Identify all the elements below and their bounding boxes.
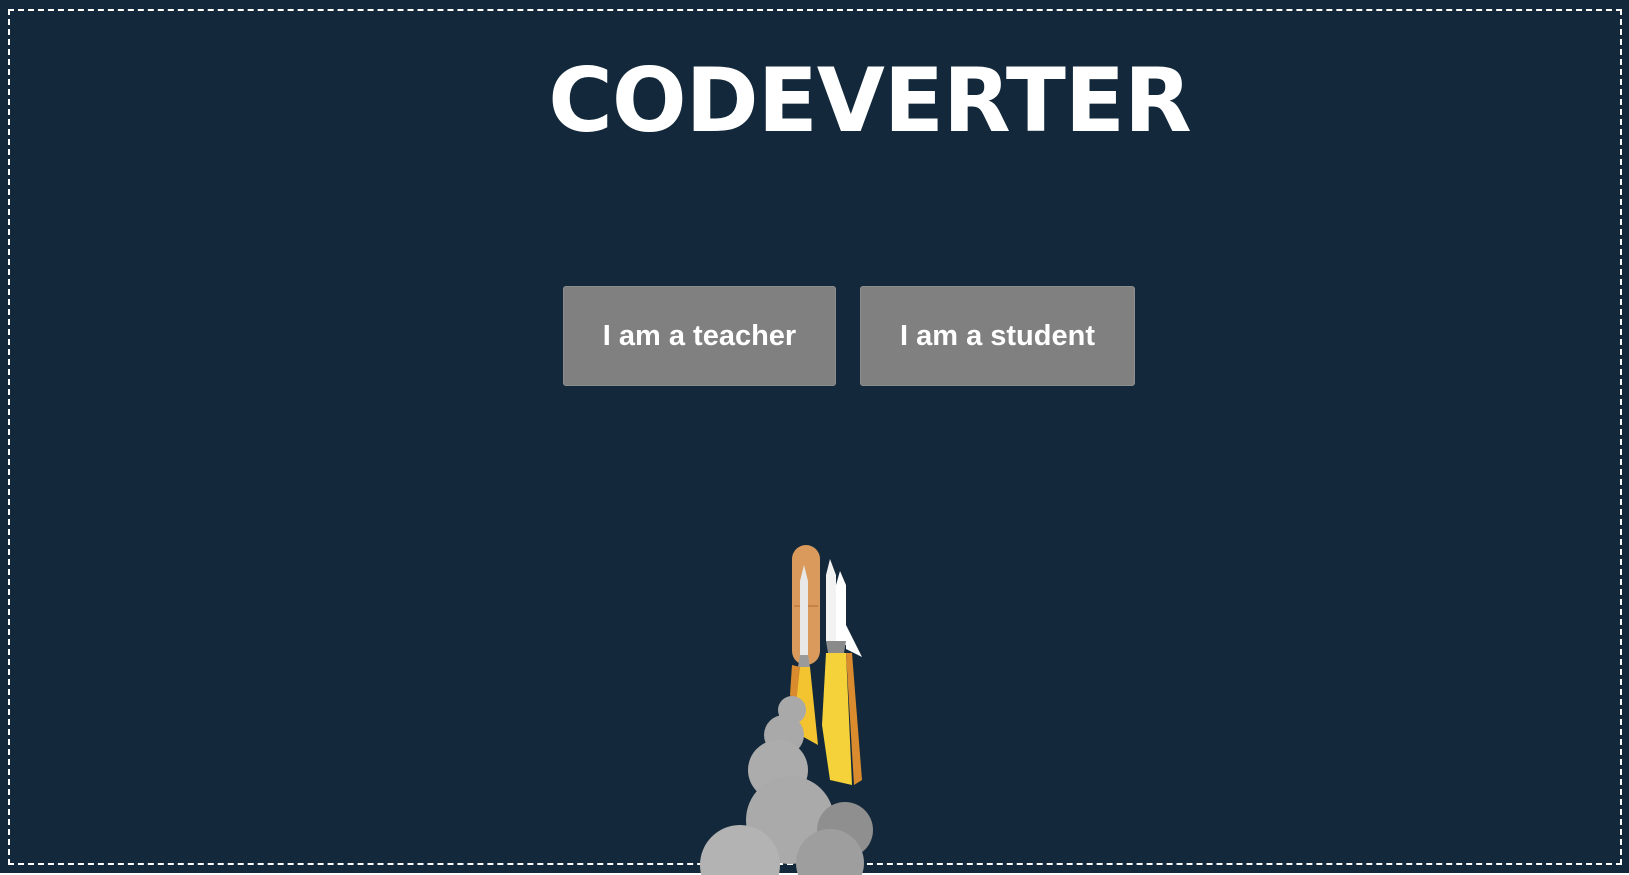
shuttle-nozzle	[826, 641, 846, 653]
shuttle-wing	[846, 625, 862, 657]
teacher-button[interactable]: I am a teacher	[563, 286, 836, 386]
page-background: CODEVERTER I am a teacher I am a student	[0, 0, 1629, 875]
shuttle-orbiter	[826, 559, 836, 641]
student-button[interactable]: I am a student	[860, 286, 1135, 386]
shuttle-body	[836, 571, 846, 645]
side-booster	[800, 565, 808, 655]
side-booster-nozzle	[798, 655, 810, 667]
rocket-launch-icon	[700, 545, 873, 875]
page-title: CODEVERTER	[548, 49, 1191, 152]
